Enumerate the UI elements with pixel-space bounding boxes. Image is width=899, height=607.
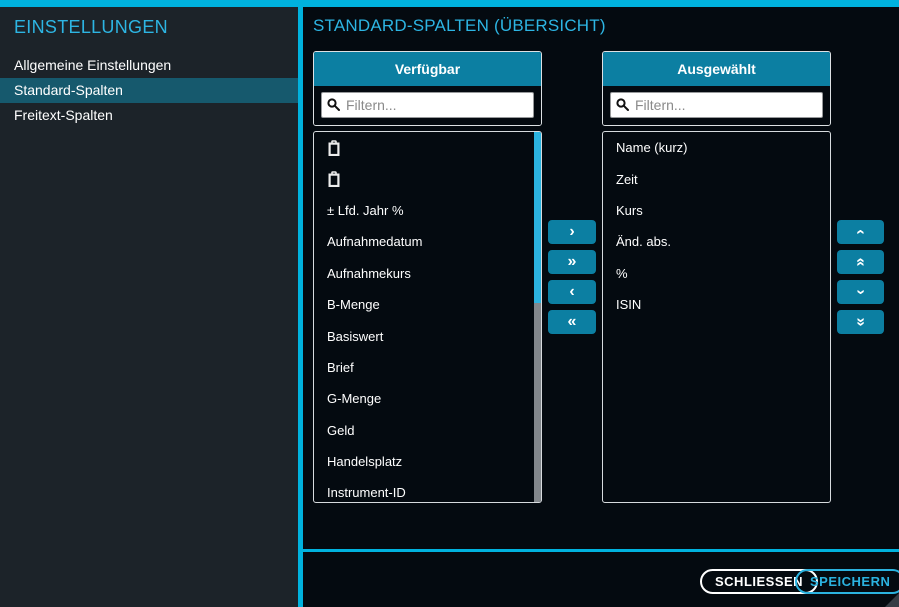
available-item[interactable] [314, 163, 541, 194]
available-item-label: ± Lfd. Jahr % [327, 203, 404, 218]
move-down-button[interactable]: › [837, 280, 884, 304]
chevron-icon: » [853, 318, 869, 327]
chevron-icon: › [852, 289, 868, 294]
available-item[interactable]: Instrument-ID [314, 477, 541, 503]
selected-filter-wrap [603, 86, 830, 125]
available-header: Verfügbar [314, 52, 541, 86]
trash-icon [327, 171, 341, 187]
available-list: ± Lfd. Jahr % Aufnahmedatum Aufnahmekurs [313, 131, 542, 503]
chevron-icon: « [568, 314, 577, 330]
available-item-label: Instrument-ID [327, 485, 406, 500]
selected-item[interactable]: % [603, 258, 830, 289]
available-item[interactable]: Brief [314, 352, 541, 383]
available-item[interactable]: Aufnahmekurs [314, 258, 541, 289]
reorder-buttons: › » › » [837, 220, 884, 334]
chevron-icon: » [568, 254, 577, 270]
settings-dialog: EINSTELLUNGEN Allgemeine Einstellungen S… [0, 0, 899, 607]
selected-item[interactable]: Zeit [603, 163, 830, 194]
sidebar-item[interactable]: Allgemeine Einstellungen [0, 53, 298, 78]
available-item[interactable]: Geld [314, 415, 541, 446]
chevron-icon: › [569, 224, 574, 240]
available-item[interactable]: B-Menge [314, 289, 541, 320]
selected-header: Ausgewählt [603, 52, 830, 86]
available-filter-wrap [314, 86, 541, 125]
available-scrollbar-thumb[interactable] [534, 132, 541, 303]
chevron-icon: ‹ [569, 284, 574, 300]
selected-panel: Ausgewählt Name (kurz) [602, 51, 831, 503]
move-bottom-button[interactable]: » [837, 310, 884, 334]
move-all-right-button[interactable]: » [548, 250, 596, 274]
available-item[interactable]: ± Lfd. Jahr % [314, 195, 541, 226]
selected-item-label: Zeit [616, 172, 638, 187]
available-item-label: G-Menge [327, 391, 381, 406]
available-headbox: Verfügbar [313, 51, 542, 126]
available-item[interactable] [314, 132, 541, 163]
sidebar-item[interactable]: Standard-Spalten [0, 78, 298, 103]
selected-headbox: Ausgewählt [602, 51, 831, 126]
available-item-label: Aufnahmedatum [327, 234, 422, 249]
available-item-label: Handelsplatz [327, 454, 402, 469]
selected-item[interactable]: Kurs [603, 195, 830, 226]
available-item[interactable]: G-Menge [314, 383, 541, 414]
available-panel: Verfügbar [313, 51, 542, 503]
footer-divider [303, 549, 899, 552]
selected-item-label: Änd. abs. [616, 234, 671, 249]
sidebar-title: EINSTELLUNGEN [0, 7, 298, 53]
main-panel: STANDARD-SPALTEN (ÜBERSICHT) Verfügbar [303, 7, 899, 607]
sidebar-nav: Allgemeine Einstellungen Standard-Spalte… [0, 53, 298, 128]
available-item-label: Aufnahmekurs [327, 266, 411, 281]
page-title: STANDARD-SPALTEN (ÜBERSICHT) [313, 16, 606, 36]
resize-grip[interactable] [885, 593, 899, 607]
selected-item-label: Name (kurz) [616, 140, 688, 155]
settings-sidebar: EINSTELLUNGEN Allgemeine Einstellungen S… [0, 7, 298, 607]
available-item-label: Basiswert [327, 329, 383, 344]
selected-list-items: Name (kurz) Zeit Kurs Änd. abs. [603, 132, 830, 320]
available-list-items: ± Lfd. Jahr % Aufnahmedatum Aufnahmekurs [314, 132, 541, 503]
selected-item[interactable]: Änd. abs. [603, 226, 830, 257]
available-scrollbar[interactable] [534, 132, 541, 502]
move-right-button[interactable]: › [548, 220, 596, 244]
move-up-button[interactable]: › [837, 220, 884, 244]
available-item-label: B-Menge [327, 297, 380, 312]
transfer-buttons: › » ‹ « [548, 220, 596, 334]
selected-filter-input[interactable] [610, 92, 823, 118]
selected-list: Name (kurz) Zeit Kurs Änd. abs. [602, 131, 831, 503]
available-filter-input[interactable] [321, 92, 534, 118]
move-top-button[interactable]: » [837, 250, 884, 274]
trash-icon [327, 140, 341, 156]
move-left-button[interactable]: ‹ [548, 280, 596, 304]
selected-item-label: ISIN [616, 297, 641, 312]
available-item[interactable]: Basiswert [314, 320, 541, 351]
sidebar-item[interactable]: Freitext-Spalten [0, 103, 298, 128]
available-item[interactable]: Handelsplatz [314, 446, 541, 477]
move-all-left-button[interactable]: « [548, 310, 596, 334]
selected-item-label: Kurs [616, 203, 643, 218]
chevron-icon: » [853, 258, 869, 267]
selected-item[interactable]: Name (kurz) [603, 132, 830, 163]
available-item[interactable]: Aufnahmedatum [314, 226, 541, 257]
available-item-label: Brief [327, 360, 354, 375]
chevron-icon: › [852, 229, 868, 234]
selected-item-label: % [616, 266, 628, 281]
selected-item[interactable]: ISIN [603, 289, 830, 320]
save-button[interactable]: SPEICHERN [795, 569, 899, 594]
top-accent-bar [0, 0, 899, 7]
available-item-label: Geld [327, 423, 354, 438]
